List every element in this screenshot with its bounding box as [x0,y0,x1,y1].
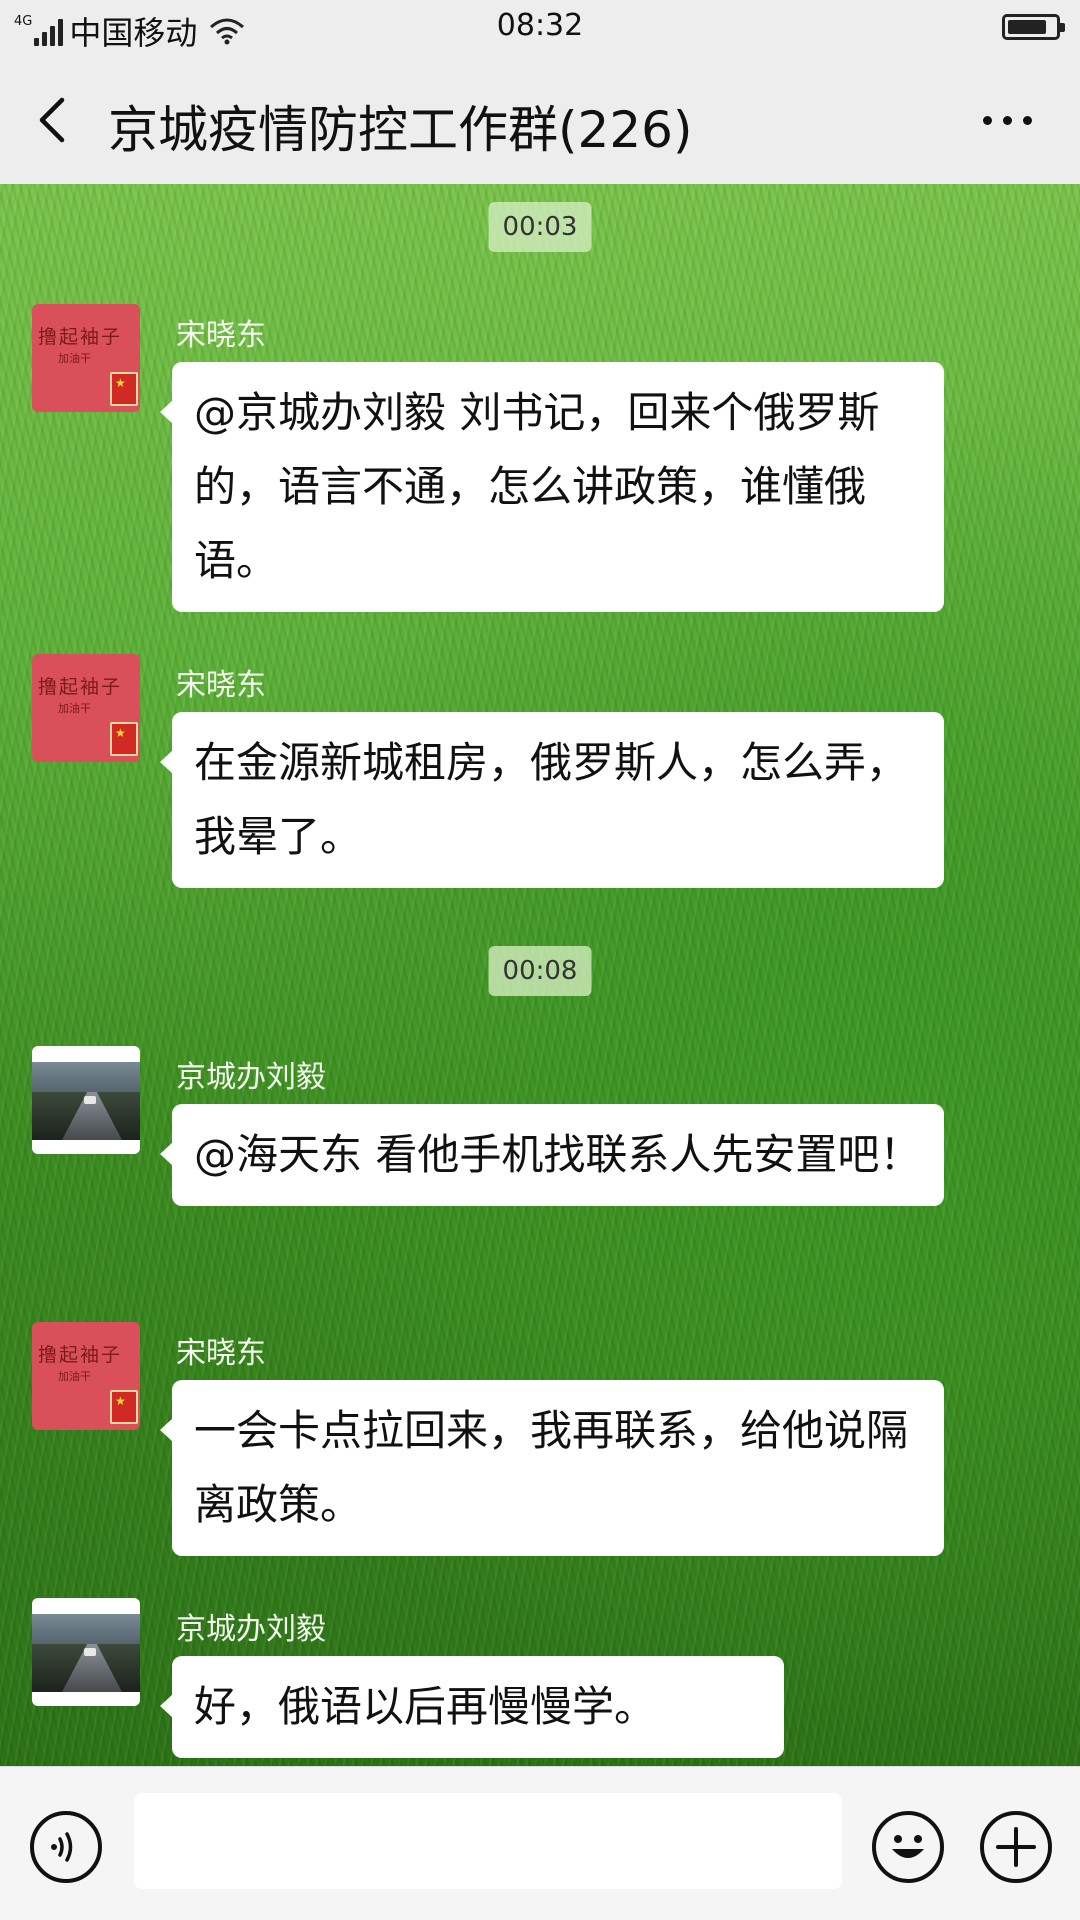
sender-name: 宋晓东 [176,668,266,703]
input-bar [0,1766,1080,1920]
status-time: 08:32 [496,8,584,43]
chat-area[interactable]: 00:03 撸起袖子 加油干 宋晓东 @京城办刘毅 刘书记，回来个俄罗斯的，语言… [0,184,1080,1766]
message-row: 撸起袖子 加油干 宋晓东 一会卡点拉回来，我再联系，给他说隔离政策。 [32,1322,1048,1572]
plus-icon[interactable] [980,1811,1052,1883]
sender-name: 京城办刘毅 [176,1612,326,1647]
sender-avatar[interactable] [32,1598,140,1706]
flag-icon [110,372,138,406]
message-row: 撸起袖子 加油干 宋晓东 在金源新城租房，俄罗斯人，怎么弄，我晕了。 [32,654,1048,904]
voice-icon[interactable] [30,1811,102,1883]
message-input[interactable] [134,1793,842,1889]
message-bubble[interactable]: 在金源新城租房，俄罗斯人，怎么弄，我晕了。 [160,712,944,888]
sender-avatar[interactable]: 撸起袖子 加油干 [32,304,140,412]
sender-name: 宋晓东 [176,318,266,353]
flag-icon [110,722,138,756]
status-bar: 4G 中国移动 08:32 [0,0,1080,56]
message-bubble[interactable]: 好，俄语以后再慢慢学。 [160,1656,784,1758]
message-row: 京城办刘毅 @海天东 看他手机找联系人先安置吧！ [32,1046,1048,1296]
emoji-icon[interactable] [872,1811,944,1883]
back-icon[interactable] [30,94,76,146]
message-bubble[interactable]: 一会卡点拉回来，我再联系，给他说隔离政策。 [160,1380,944,1556]
timestamp-chip: 00:03 [488,202,592,252]
message-bubble[interactable]: @海天东 看他手机找联系人先安置吧！ [160,1104,944,1206]
sender-name: 京城办刘毅 [176,1060,326,1095]
sender-avatar[interactable]: 撸起袖子 加油干 [32,654,140,762]
timestamp-chip: 00:08 [488,946,592,996]
chat-header: 京城疫情防控工作群(226) [0,56,1080,184]
message-row: 撸起袖子 加油干 宋晓东 @京城办刘毅 刘书记，回来个俄罗斯的，语言不通，怎么讲… [32,304,1048,624]
more-options-icon[interactable] [983,116,1032,125]
sender-avatar[interactable]: 撸起袖子 加油干 [32,1322,140,1430]
battery-icon [1002,14,1065,40]
message-bubble[interactable]: @京城办刘毅 刘书记，回来个俄罗斯的，语言不通，怎么讲政策，谁懂俄语。 [160,362,944,612]
sender-name: 宋晓东 [176,1336,266,1371]
message-row: 京城办刘毅 好，俄语以后再慢慢学。 [32,1598,1048,1766]
chat-title: 京城疫情防控工作群(226) [108,101,693,159]
flag-icon [110,1390,138,1424]
sender-avatar[interactable] [32,1046,140,1154]
